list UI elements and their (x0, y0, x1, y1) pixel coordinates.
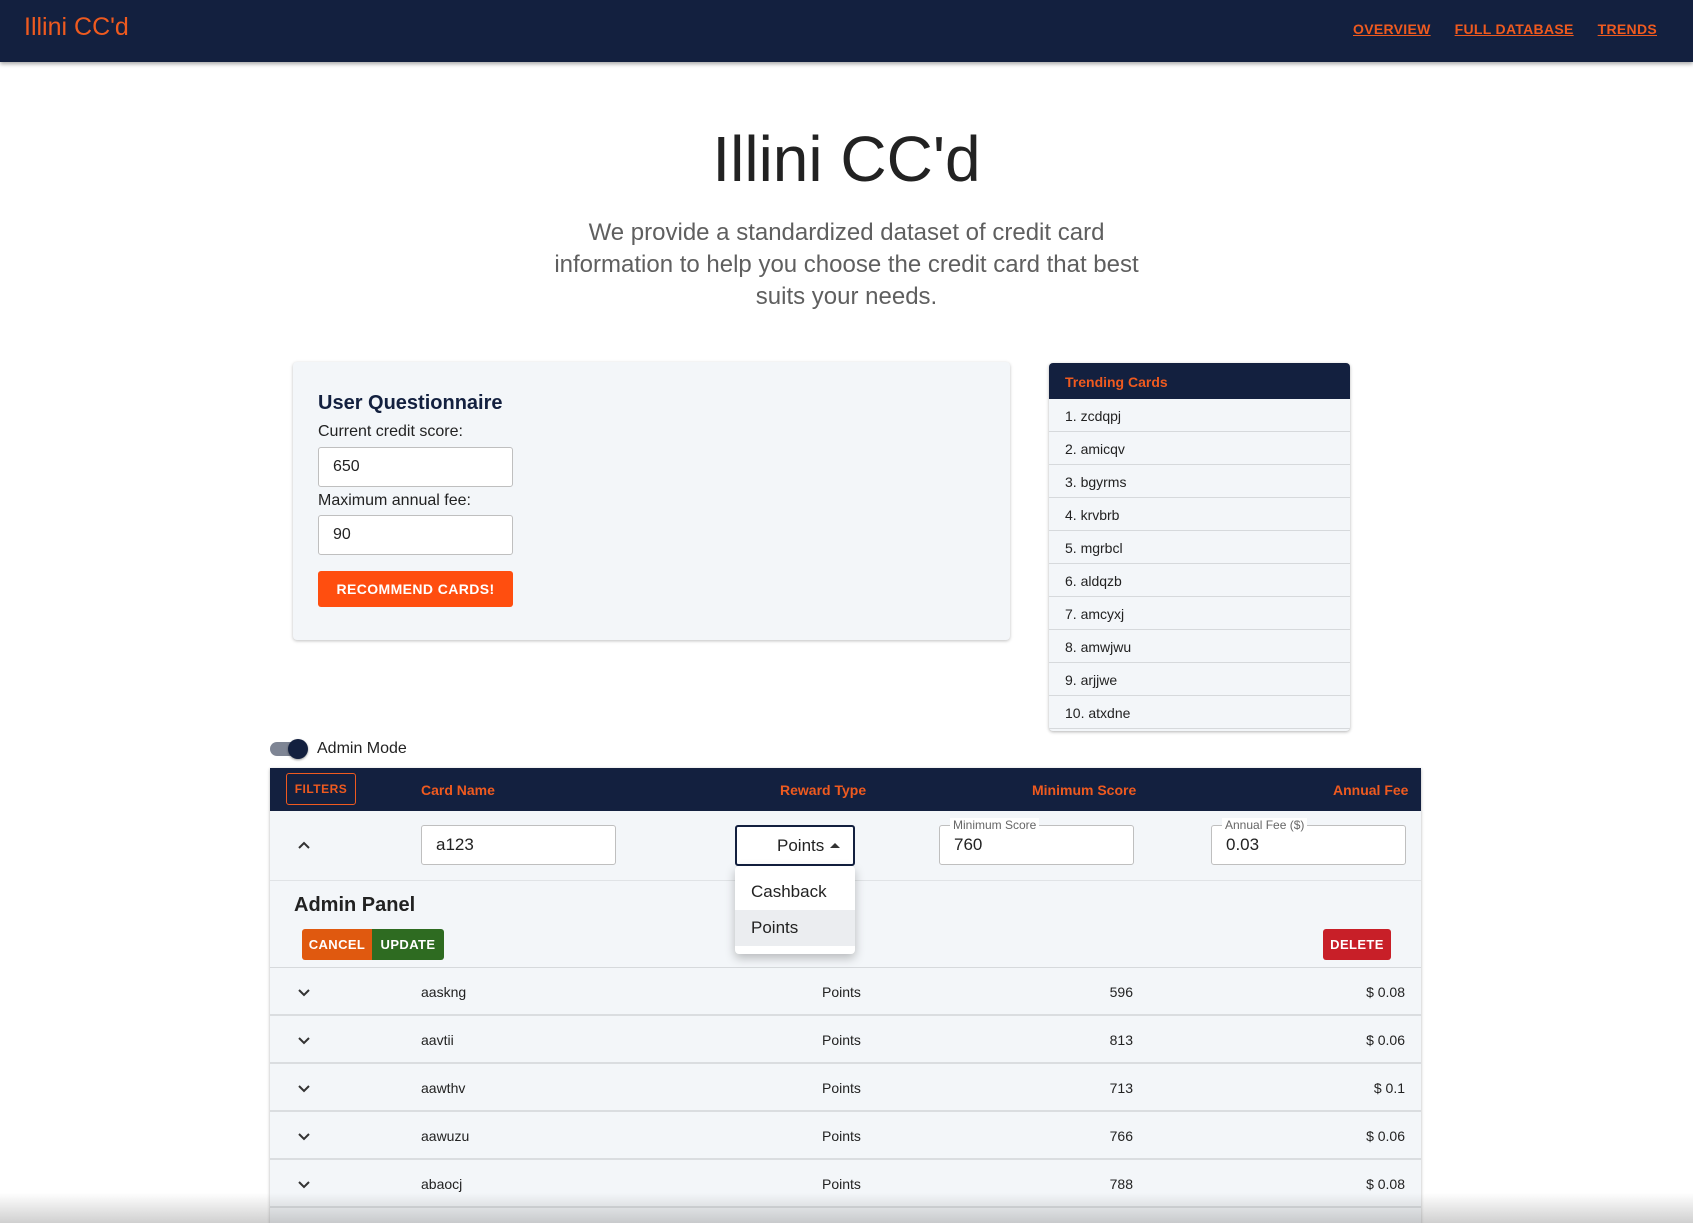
trending-card-item[interactable]: 3. bgyrms (1049, 465, 1350, 498)
trending-card-item[interactable]: 9. arjjwe (1049, 663, 1350, 696)
brand-logo[interactable]: Illini CC'd (24, 13, 129, 42)
user-questionnaire-panel: User Questionnaire Current credit score:… (293, 362, 1010, 640)
update-button[interactable]: UPDATE (372, 929, 444, 960)
caret-up-icon (830, 843, 840, 848)
table-row[interactable]: aawuzu Points 766 $ 0.06 (270, 1112, 1421, 1160)
chevron-up-icon[interactable] (297, 839, 311, 853)
chevron-down-icon[interactable] (297, 1177, 311, 1191)
cell-annual-fee: $ 0.1 (1373, 1080, 1405, 1096)
trending-card-item[interactable]: 4. krvbrb (1049, 498, 1350, 531)
annual-fee-input[interactable]: 90 (318, 515, 513, 555)
cell-annual-fee: $ 0.08 (1366, 1176, 1405, 1192)
cell-card-name: abaocj (421, 1176, 463, 1192)
chevron-down-icon[interactable] (297, 1081, 311, 1095)
chevron-down-icon[interactable] (297, 985, 311, 999)
table-header: FILTERS Card Name Reward Type Minimum Sc… (270, 768, 1421, 811)
credit-score-input[interactable]: 650 (318, 447, 513, 487)
cell-card-name: aaskng (421, 984, 467, 1000)
toggle-thumb (288, 739, 308, 759)
trending-card-item[interactable]: 10. atxdne (1049, 696, 1350, 729)
reward-type-select[interactable]: Points (735, 825, 855, 866)
table-row[interactable]: aaskng Points 596 $ 0.08 (270, 968, 1421, 1016)
header-reward-type[interactable]: Reward Type (780, 782, 866, 798)
nav-overview-link[interactable]: OVERVIEW (1353, 21, 1431, 37)
hero-title: Illini CC'd (712, 123, 981, 195)
hero-subtitle: We provide a standardized dataset of cre… (554, 219, 1139, 310)
trending-card-item[interactable]: 1. zcdqpj (1049, 399, 1350, 432)
trending-card-item[interactable]: 8. amwjwu (1049, 630, 1350, 663)
trending-cards-panel: Trending Cards 1. zcdqpj 2. amicqv 3. bg… (1049, 363, 1350, 731)
trending-card-item[interactable]: 6. aldqzb (1049, 564, 1350, 597)
admin-mode-toggle[interactable] (270, 739, 308, 759)
cell-card-name: aawuzu (421, 1128, 470, 1144)
chevron-down-icon[interactable] (297, 1033, 311, 1047)
cell-reward-type: Points (822, 1032, 861, 1048)
annual-fee-field-label: Annual Fee ($) (1222, 818, 1308, 832)
menu-option-cashback[interactable]: Cashback (735, 874, 855, 910)
questionnaire-title: User Questionnaire (318, 392, 503, 414)
reward-type-value: Points (777, 836, 825, 855)
nav-trends-link[interactable]: TRENDS (1598, 21, 1657, 37)
nav-full-database-link[interactable]: FULL DATABASE (1455, 21, 1574, 37)
reward-type-menu: Cashback Points (735, 866, 855, 954)
cards-table: FILTERS Card Name Reward Type Minimum Sc… (270, 768, 1421, 1223)
cell-minimum-score: 766 (1109, 1128, 1133, 1144)
annual-fee-field[interactable]: Annual Fee ($) 0.03 (1211, 818, 1406, 865)
cell-annual-fee: $ 0.06 (1366, 1032, 1405, 1048)
bottom-scroll-shadow (0, 1193, 1693, 1223)
annual-fee-label: Maximum annual fee: (318, 492, 471, 509)
cell-card-name: aawthv (421, 1080, 466, 1096)
minimum-score-field[interactable]: Minimum Score 760 (939, 818, 1134, 865)
minimum-score-field-value: 760 (954, 835, 983, 854)
filters-button[interactable]: FILTERS (286, 773, 356, 805)
cell-annual-fee: $ 0.06 (1366, 1128, 1405, 1144)
card-name-field[interactable]: a123 (421, 825, 616, 865)
header-minimum-score[interactable]: Minimum Score (1032, 782, 1136, 798)
header-annual-fee[interactable]: Annual Fee (1333, 782, 1408, 798)
credit-score-label: Current credit score: (318, 423, 463, 440)
trending-card-item[interactable]: 5. mgrbcl (1049, 531, 1350, 564)
minimum-score-field-label: Minimum Score (950, 818, 1040, 832)
top-nav-bar: Illini CC'd OVERVIEW FULL DATABASE TREND… (0, 0, 1693, 62)
trending-cards-title: Trending Cards (1049, 363, 1350, 399)
header-card-name[interactable]: Card Name (421, 782, 495, 798)
trending-card-item[interactable]: 2. amicqv (1049, 432, 1350, 465)
cancel-button[interactable]: CANCEL (302, 929, 372, 960)
delete-button[interactable]: DELETE (1323, 929, 1391, 960)
admin-panel-title: Admin Panel (294, 894, 416, 916)
trending-card-item[interactable]: 7. amcyxj (1049, 597, 1350, 630)
cell-annual-fee: $ 0.08 (1366, 984, 1405, 1000)
annual-fee-field-value: 0.03 (1226, 835, 1260, 854)
cell-card-name: aavtii (421, 1032, 454, 1048)
cell-minimum-score: 713 (1109, 1080, 1133, 1096)
cell-reward-type: Points (822, 1176, 861, 1192)
cell-minimum-score: 788 (1109, 1176, 1133, 1192)
chevron-down-icon[interactable] (297, 1129, 311, 1143)
cell-reward-type: Points (822, 984, 861, 1000)
cell-minimum-score: 813 (1109, 1032, 1133, 1048)
cell-reward-type: Points (822, 1080, 861, 1096)
admin-mode-label: Admin Mode (317, 740, 407, 757)
cell-reward-type: Points (822, 1128, 861, 1144)
cell-minimum-score: 596 (1109, 984, 1133, 1000)
nav-links: OVERVIEW FULL DATABASE TRENDS (1353, 21, 1657, 37)
menu-option-points[interactable]: Points (735, 910, 855, 946)
table-row[interactable]: aawthv Points 713 $ 0.1 (270, 1064, 1421, 1112)
table-row[interactable]: aavtii Points 813 $ 0.06 (270, 1016, 1421, 1064)
recommend-cards-button[interactable]: RECOMMEND CARDS! (318, 571, 513, 607)
